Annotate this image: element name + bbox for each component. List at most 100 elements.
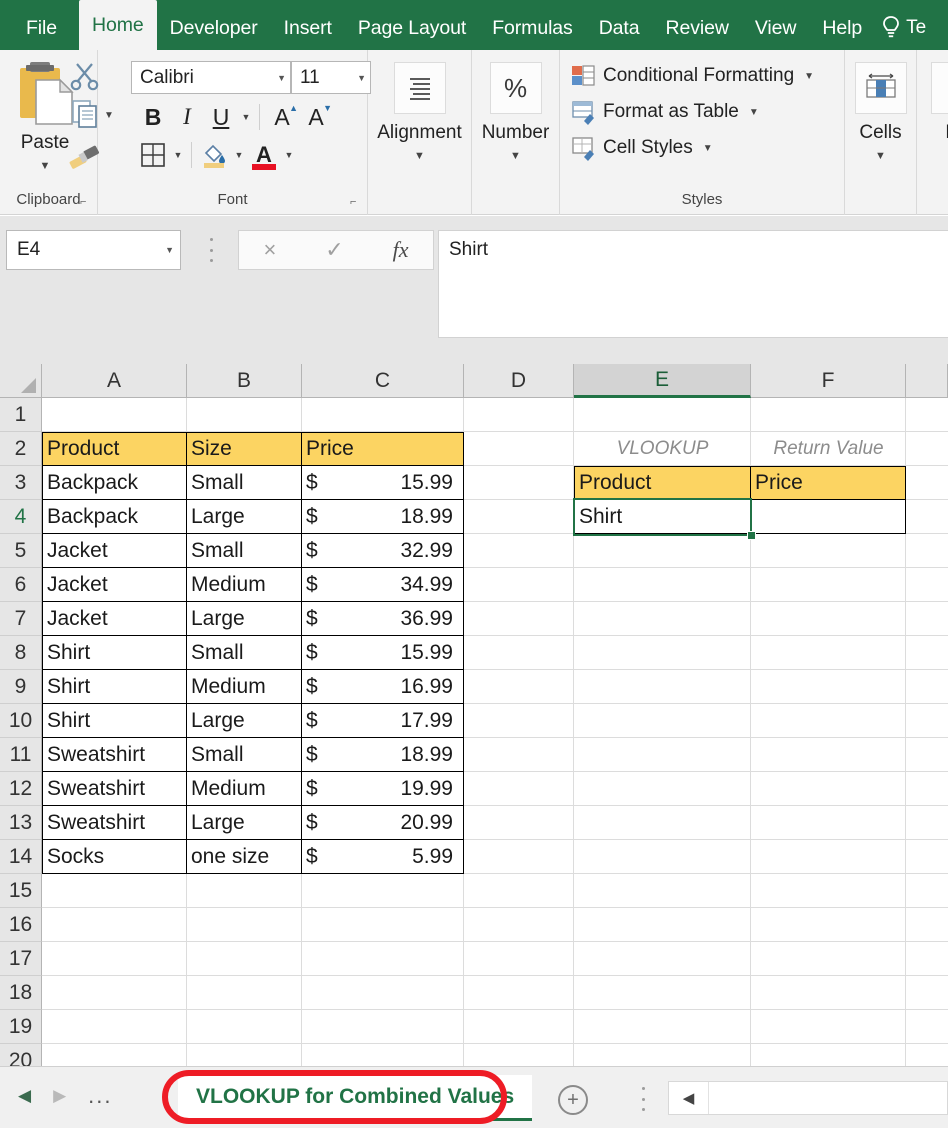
font-dialog-launcher-icon[interactable]: ⌐	[350, 196, 362, 208]
fill-color-dropdown-caret[interactable]: ▼	[231, 138, 247, 172]
sheet-overflow-ellipsis[interactable]: ...	[88, 1083, 112, 1109]
ribbon-tab-help[interactable]: Help	[809, 6, 875, 50]
cancel-entry-icon[interactable]: ×	[263, 237, 276, 263]
underline-dropdown-caret[interactable]: ▼	[238, 100, 254, 134]
row-header-7[interactable]: 7	[0, 602, 42, 636]
chevron-down-icon: ▼	[165, 245, 174, 255]
fill-handle[interactable]	[747, 531, 756, 540]
row-header-5[interactable]: 5	[0, 534, 42, 568]
tell-me-label: Te	[906, 17, 926, 39]
font-name-combobox[interactable]: Calibri ▼	[131, 61, 291, 94]
formula-input[interactable]: Shirt	[438, 230, 948, 338]
ribbon-tab-review[interactable]: Review	[653, 6, 742, 50]
ribbon-group-number: % Number ▼	[472, 50, 560, 215]
row-header-3[interactable]: 3	[0, 466, 42, 500]
font-color-dropdown-caret[interactable]: ▼	[281, 138, 297, 172]
ribbon-tab-file[interactable]: File	[0, 6, 79, 50]
ribbon-tab-data[interactable]: Data	[586, 6, 653, 50]
font-color-swatch	[252, 164, 276, 170]
format-as-table-icon	[570, 99, 596, 125]
ribbon-group-editing: Σ Ed	[917, 50, 948, 215]
row-header-8[interactable]: 8	[0, 636, 42, 670]
row-header-18[interactable]: 18	[0, 976, 42, 1010]
ribbon-tab-view[interactable]: View	[742, 6, 810, 50]
column-header-g[interactable]	[906, 364, 948, 398]
alignment-button[interactable]	[394, 62, 446, 114]
first-sheet-arrow-icon[interactable]: ◀	[18, 1086, 31, 1106]
table-inner-border	[42, 601, 464, 602]
row-header-11[interactable]: 11	[0, 738, 42, 772]
paste-dropdown-caret[interactable]: ▼	[40, 160, 51, 172]
row-header-4[interactable]: 4	[0, 500, 42, 534]
insert-function-icon[interactable]: fx	[393, 237, 409, 263]
horizontal-scrollbar[interactable]: ◀	[668, 1081, 948, 1115]
format-painter-button[interactable]	[68, 138, 102, 177]
ribbon-group-alignment: Alignment ▼	[368, 50, 472, 215]
column-header-e[interactable]: E	[574, 364, 751, 398]
ribbon-tab-insert[interactable]: Insert	[271, 6, 345, 50]
cells-button[interactable]	[855, 62, 907, 114]
grow-font-button[interactable]: A ▲	[265, 100, 299, 134]
ribbon-tab-formulas[interactable]: Formulas	[479, 6, 585, 50]
conditional-formatting-button[interactable]: Conditional Formatting ▼	[570, 58, 814, 94]
underline-button[interactable]: U	[204, 100, 238, 134]
borders-button[interactable]	[136, 138, 170, 172]
autosum-icon: Σ	[942, 74, 948, 102]
column-header-b[interactable]: B	[187, 364, 302, 398]
add-sheet-button[interactable]: +	[558, 1085, 588, 1115]
formula-bar-grip[interactable]	[205, 238, 217, 262]
row-header-16[interactable]: 16	[0, 908, 42, 942]
number-format-button[interactable]: %	[490, 62, 542, 114]
row-header-6[interactable]: 6	[0, 568, 42, 602]
column-header-c[interactable]: C	[302, 364, 464, 398]
editing-button[interactable]: Σ	[931, 62, 948, 114]
table-inner-border	[42, 737, 464, 738]
confirm-entry-icon[interactable]: ✓	[325, 237, 343, 263]
row-header-19[interactable]: 19	[0, 1010, 42, 1044]
cell-E2[interactable]: VLOOKUP	[574, 432, 751, 466]
column-header-a[interactable]: A	[42, 364, 187, 398]
tell-me-box[interactable]: Te	[881, 6, 926, 50]
ribbon-tab-developer[interactable]: Developer	[157, 6, 271, 50]
caret-down-icon: ▼	[323, 103, 332, 113]
cut-button[interactable]	[68, 58, 102, 97]
column-header-f[interactable]: F	[751, 364, 906, 398]
ribbon-tab-page-layout[interactable]: Page Layout	[345, 6, 479, 50]
alignment-group-name: Alignment	[368, 122, 471, 144]
bold-button[interactable]: B	[136, 100, 170, 134]
cell-F2[interactable]: Return Value	[751, 432, 906, 466]
row-header-10[interactable]: 10	[0, 704, 42, 738]
fill-color-button[interactable]	[197, 138, 231, 172]
shrink-font-button[interactable]: A ▼	[299, 100, 333, 134]
clipboard-dialog-launcher-icon[interactable]: ⌐	[80, 196, 92, 208]
row-header-13[interactable]: 13	[0, 806, 42, 840]
row-header-9[interactable]: 9	[0, 670, 42, 704]
last-sheet-arrow-icon[interactable]: ▶	[53, 1086, 66, 1106]
cells-group-name: Cells	[845, 122, 916, 144]
row-header-17[interactable]: 17	[0, 942, 42, 976]
font-size-combobox[interactable]: 11 ▼	[291, 61, 371, 94]
sheet-tab-grip[interactable]	[638, 1087, 648, 1111]
sheet-tab-vlookup-for-combined-values[interactable]: VLOOKUP for Combined Values	[178, 1075, 532, 1121]
ribbon-tab-home[interactable]: Home	[79, 0, 157, 50]
scroll-left-button[interactable]: ◀	[669, 1082, 709, 1114]
italic-button[interactable]: I	[170, 100, 204, 134]
table-header-border	[42, 432, 464, 466]
row-header-15[interactable]: 15	[0, 874, 42, 908]
select-all-corner[interactable]	[0, 364, 42, 398]
font-color-button[interactable]: A	[247, 138, 281, 172]
column-header-d[interactable]: D	[464, 364, 574, 398]
cells-dropdown-caret[interactable]: ▼	[845, 150, 916, 162]
row-header-14[interactable]: 14	[0, 840, 42, 874]
row-header-1[interactable]: 1	[0, 398, 42, 432]
table-inner-border	[42, 533, 464, 534]
row-header-12[interactable]: 12	[0, 772, 42, 806]
borders-dropdown-caret[interactable]: ▼	[170, 138, 186, 172]
cell-styles-button[interactable]: Cell Styles ▼	[570, 130, 713, 166]
chevron-down-icon: ▼	[277, 73, 286, 83]
number-dropdown-caret[interactable]: ▼	[472, 150, 559, 162]
row-header-2[interactable]: 2	[0, 432, 42, 466]
name-box[interactable]: E4 ▼	[6, 230, 181, 270]
format-as-table-button[interactable]: Format as Table ▼	[570, 94, 759, 130]
alignment-dropdown-caret[interactable]: ▼	[368, 150, 471, 162]
